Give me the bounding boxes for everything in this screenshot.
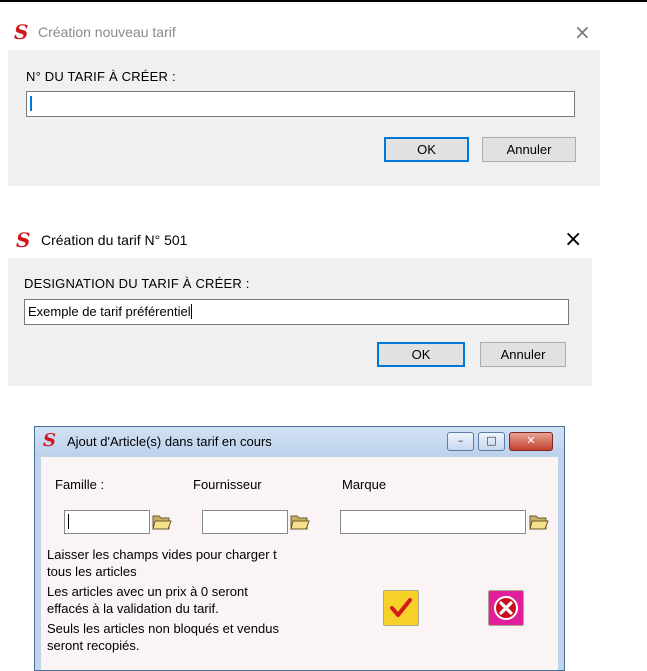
ok-button[interactable]: OK [377, 342, 465, 367]
title-bar: S Ajout d'Article(s) dans tarif en cours… [35, 427, 564, 456]
folder-open-icon[interactable] [152, 513, 172, 531]
close-icon[interactable]: × [564, 229, 582, 251]
tariff-number-label: N° DU TARIF À CRÉER : [26, 69, 176, 84]
marque-label: Marque [342, 477, 387, 492]
famille-label: Famille : [55, 477, 105, 492]
app-logo-icon: S [16, 228, 31, 252]
famille-input[interactable] [64, 510, 150, 534]
text-caret [190, 304, 192, 319]
cancel-button[interactable]: Annuler [480, 342, 566, 367]
fournisseur-input[interactable] [202, 510, 288, 534]
cancel-button[interactable]: Annuler [482, 137, 576, 162]
designation-value: Exemple de tarif préférentiel [28, 304, 191, 319]
dialog-tariff-designation: S Création du tarif N° 501 × DESIGNATION… [8, 222, 592, 386]
dialog-new-tariff: S Création nouveau tarif × N° DU TARIF À… [8, 14, 600, 186]
designation-input[interactable]: Exemple de tarif préférentiel [24, 299, 569, 325]
checkmark-icon [390, 598, 412, 617]
top-border-line [0, 0, 647, 2]
maximize-button[interactable]: □ [478, 432, 505, 451]
close-icon[interactable]: × [574, 22, 591, 42]
text-caret [30, 96, 32, 111]
fournisseur-label: Fournisseur [193, 477, 262, 492]
folder-open-icon[interactable] [529, 513, 549, 531]
dialog-client-area: Famille : Fournisseur Marque Laisser les… [41, 457, 558, 670]
cancel-x-icon [494, 596, 518, 620]
app-logo-icon: S [43, 430, 56, 451]
app-logo-icon: S [14, 20, 29, 44]
close-button[interactable]: ✕ [509, 432, 553, 451]
confirm-button[interactable] [383, 590, 419, 626]
folder-open-icon[interactable] [290, 513, 310, 531]
dialog-add-articles: S Ajout d'Article(s) dans tarif en cours… [34, 426, 565, 671]
designation-label: DESIGNATION DU TARIF À CRÉER : [24, 276, 250, 291]
ok-button[interactable]: OK [384, 137, 469, 162]
dialog-title: Création nouveau tarif [38, 24, 176, 40]
dialog-title: Création du tarif N° 501 [41, 232, 188, 248]
dialog-title: Ajout d'Article(s) dans tarif en cours [67, 434, 272, 449]
tariff-number-input[interactable] [26, 91, 575, 117]
marque-input[interactable] [340, 510, 526, 534]
title-bar: S Création du tarif N° 501 × [8, 222, 592, 258]
minimize-button[interactable]: – [447, 432, 474, 451]
title-bar: S Création nouveau tarif × [8, 14, 600, 50]
cancel-button[interactable] [488, 590, 524, 626]
text-caret [68, 514, 69, 529]
instructions-text: Laisser les champs vides pour charger t … [47, 547, 279, 653]
